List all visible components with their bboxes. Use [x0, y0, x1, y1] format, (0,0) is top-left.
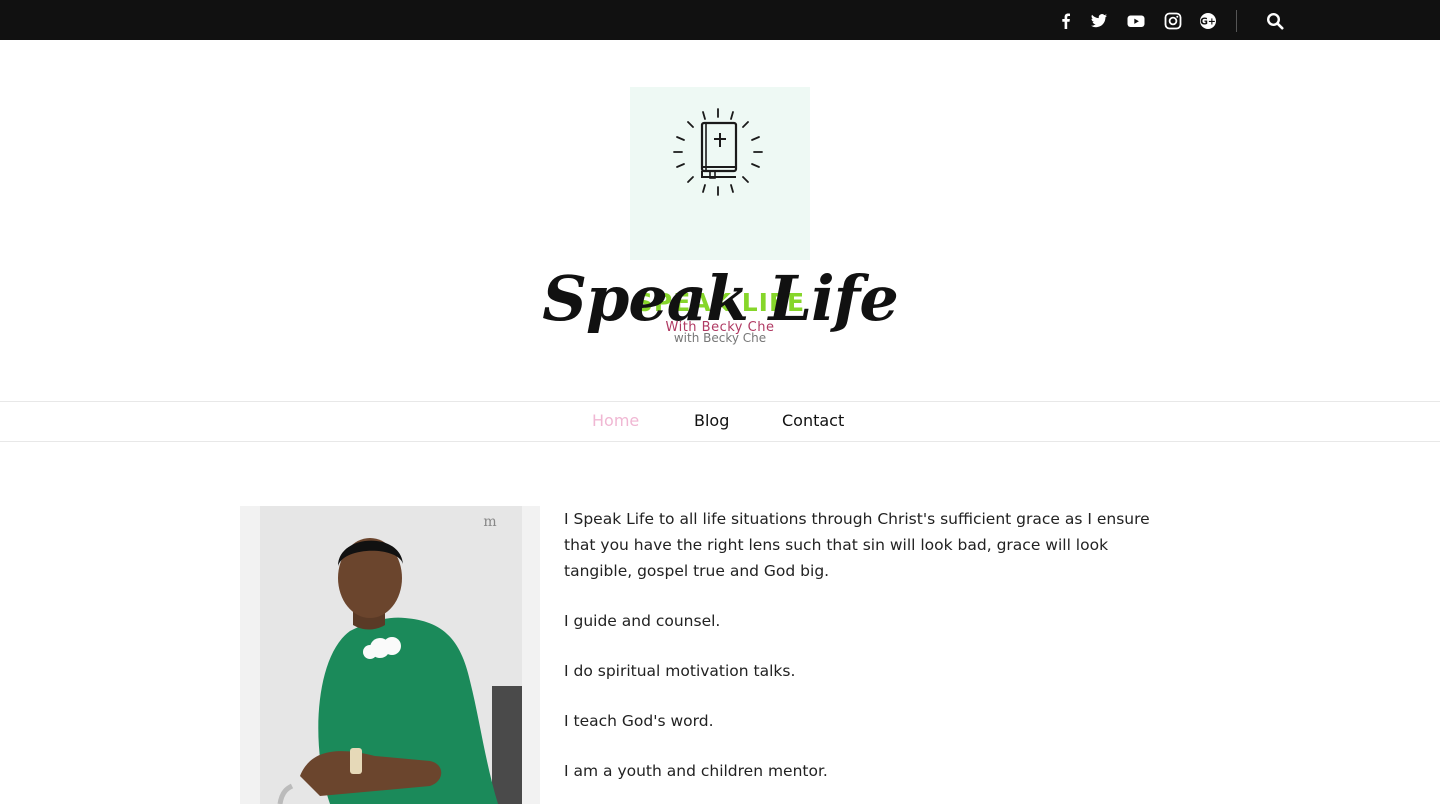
facebook-icon[interactable] — [1057, 12, 1075, 30]
svg-text:G+: G+ — [1200, 17, 1216, 28]
about-paragraph: I guide and counsel. — [564, 612, 721, 630]
profile-photo: m — [240, 506, 540, 804]
about-paragraph: I teach God's word. — [564, 712, 714, 730]
svg-text:m: m — [483, 514, 496, 530]
instagram-icon[interactable] — [1164, 12, 1182, 30]
site-tagline: with Becky Che — [673, 331, 767, 345]
nav-item-home[interactable]: Home — [592, 411, 639, 430]
twitter-icon[interactable] — [1090, 12, 1108, 30]
site-logo[interactable]: SPEAK LIFE With Becky Che — [630, 87, 810, 335]
about-paragraph: I Speak Life to all life situations thro… — [564, 510, 1150, 580]
search-icon[interactable] — [1266, 12, 1284, 30]
nav-item-blog[interactable]: Blog — [694, 411, 729, 430]
site-title[interactable]: Speak Life — [0, 262, 1440, 335]
bible-icon — [673, 108, 763, 196]
nav-item-contact[interactable]: Contact — [782, 411, 844, 430]
about-text: I Speak Life to all life situations thro… — [564, 506, 1164, 804]
youtube-icon[interactable] — [1127, 12, 1145, 30]
about-paragraph: I am a youth and children mentor. — [564, 762, 828, 780]
about-paragraph: I do spiritual motivation talks. — [564, 662, 796, 680]
main-nav: Home Blog Contact — [0, 401, 1440, 442]
top-bar: G+ — [0, 0, 1440, 40]
topbar-divider — [1236, 10, 1237, 32]
google-plus-icon[interactable]: G+ — [1199, 12, 1217, 30]
